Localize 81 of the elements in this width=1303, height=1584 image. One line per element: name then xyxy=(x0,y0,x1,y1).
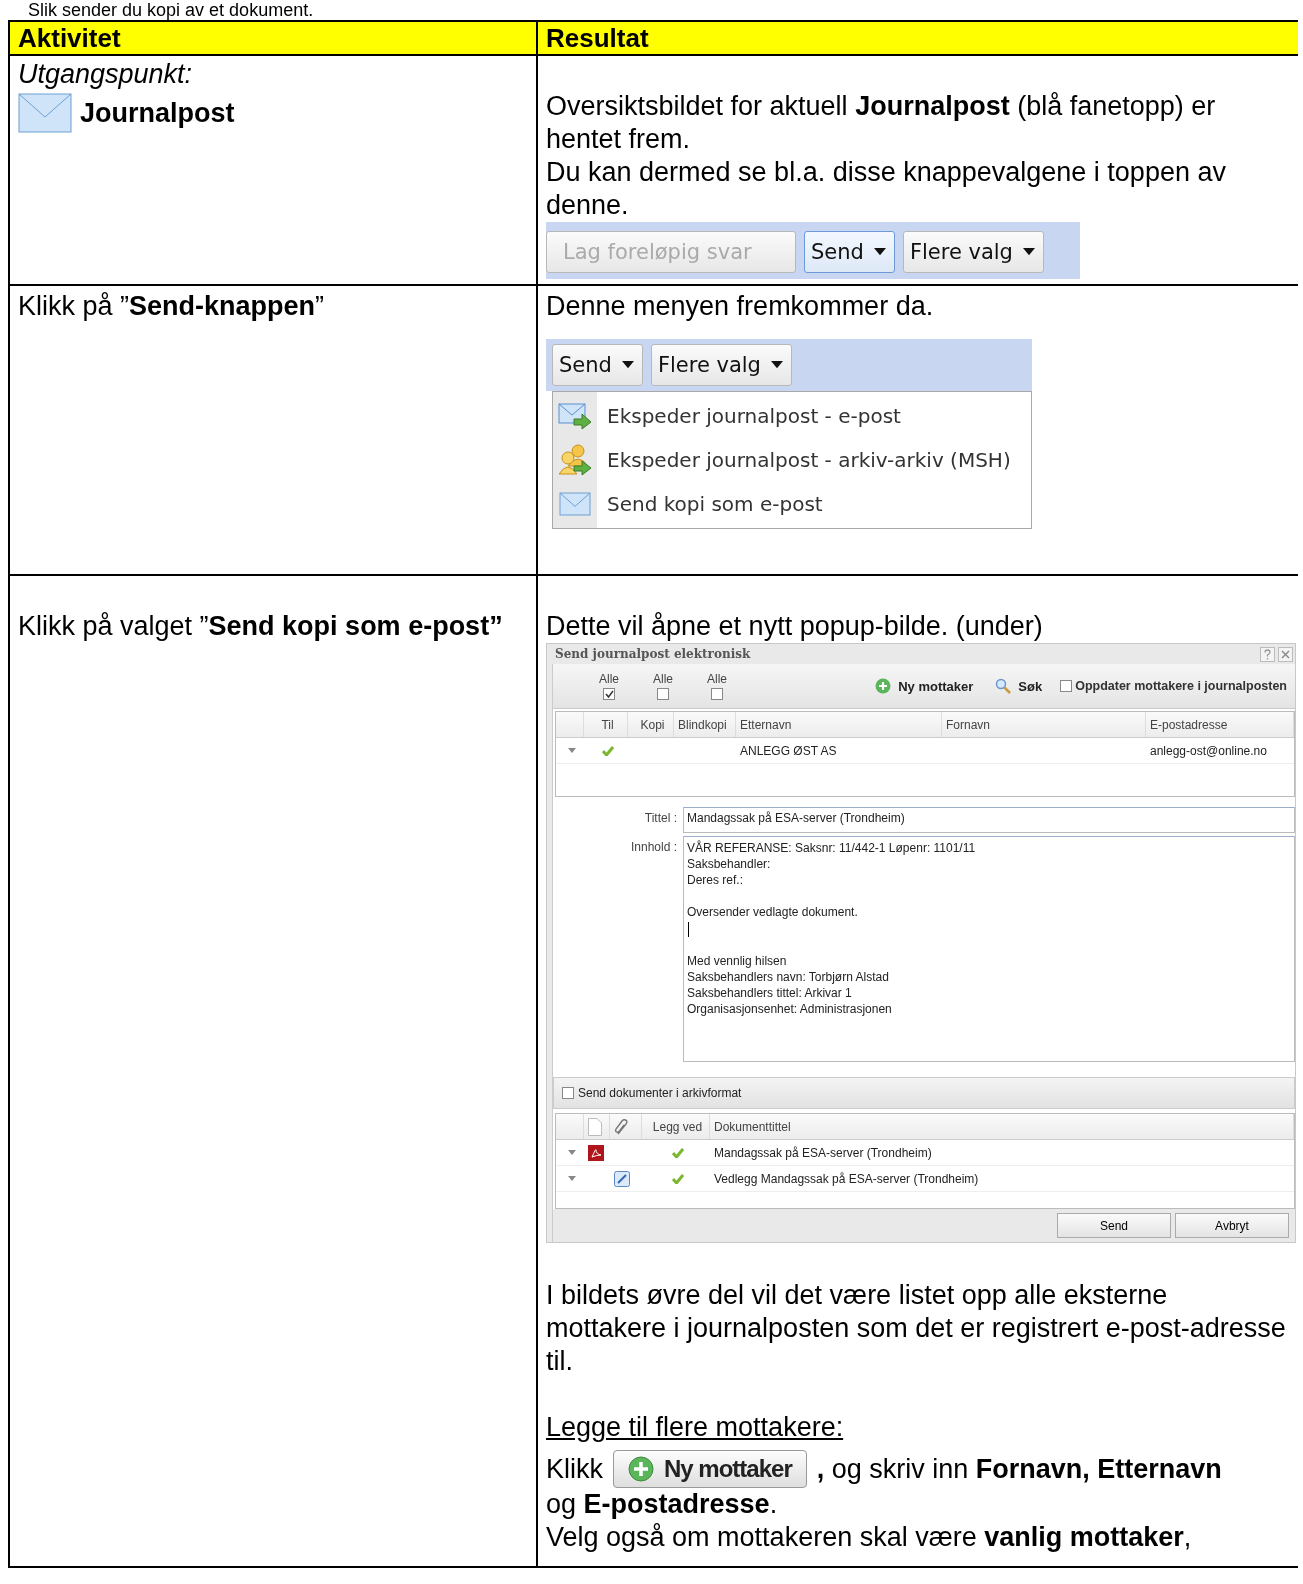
caret-icon xyxy=(770,361,783,369)
paragraph: Denne menyen fremkommer da. xyxy=(546,290,935,323)
field-label: Tittel : xyxy=(643,810,677,825)
expand-arrow-icon xyxy=(568,1176,576,1181)
text-paragraph: Oversender vedlagte dokument. xyxy=(687,904,859,920)
checkbox-label: Oppdater mottakere i journalposten xyxy=(1075,679,1287,693)
section-heading: Legge til flere mottakere: xyxy=(546,1411,845,1444)
select-all-label: Alle xyxy=(599,672,619,686)
checkmark-icon xyxy=(604,690,614,698)
step-label: Utgangspunkt: xyxy=(18,58,194,91)
toolbar-button[interactable]: Ny mottaker xyxy=(871,678,978,694)
instruction-text: og E-postadresse. xyxy=(546,1488,779,1521)
pdf-icon xyxy=(588,1144,604,1161)
checkbox[interactable] xyxy=(562,1087,574,1099)
text-paragraph: Med vennlig hilsen Saksbehandlers navn: Torbjørn Alstad Saksbehandlers tittel: Arkivar 1 Organisasjonsenhet: Administrasjonen xyxy=(687,953,893,1017)
caret-icon xyxy=(621,361,634,369)
checkbox-label: Send dokumenter i arkivformat xyxy=(578,1086,742,1100)
intro-text: Slik sender du kopi av et dokument. xyxy=(27,0,315,20)
paragraph: Du kan dermed se bl.a. disse knappevalgene i toppen av denne. xyxy=(546,156,1227,222)
people-arrow-icon xyxy=(558,444,592,476)
menu-item[interactable]: Send kopi som e-post xyxy=(553,482,1031,526)
close-icon xyxy=(1278,646,1293,662)
field-label: Innhold : xyxy=(629,839,677,854)
plus-icon xyxy=(875,678,892,694)
column-header: Blindkopi xyxy=(674,712,736,737)
envelope-icon xyxy=(18,93,72,133)
column-header: Fornavn xyxy=(942,712,1146,737)
column-header: Aktivitet xyxy=(9,21,537,55)
checkbox[interactable] xyxy=(711,688,723,700)
column-header: Resultat xyxy=(537,21,1298,55)
column-header: Legg ved xyxy=(642,1114,710,1139)
checkbox[interactable] xyxy=(657,688,669,700)
add-recipient-button[interactable]: Ny mottaker xyxy=(613,1450,807,1488)
menu-item[interactable]: Ekspeder journalpost - e-post xyxy=(553,394,1031,438)
column-header: E-postadresse xyxy=(1146,712,1294,737)
content-field[interactable] xyxy=(683,836,1295,1062)
toolbar-button[interactable]: Flere valg xyxy=(650,344,792,386)
column-header: Kopi xyxy=(628,712,674,737)
caret-icon xyxy=(873,248,886,256)
column-header: Etternavn xyxy=(736,712,942,737)
paragraph: Oversiktsbildet for aktuell Journalpost (blå fanetopp) er hentet frem. xyxy=(546,90,1217,156)
dialog-button[interactable]: Avbryt xyxy=(1175,1213,1289,1238)
item-label: Journalpost xyxy=(80,97,235,129)
paragraph: Velg også om mottakeren skal være vanlig mottaker, xyxy=(546,1521,1193,1554)
dialog-button[interactable]: Send xyxy=(1057,1213,1171,1238)
select-all-label: Alle xyxy=(653,672,673,686)
envelope-icon xyxy=(559,492,591,516)
toolbar-button[interactable]: Send xyxy=(552,344,643,386)
expand-arrow-icon xyxy=(568,1150,576,1155)
table-cell-text: Mandagssak på ESA-server (Trondheim) xyxy=(713,1144,933,1162)
caret-icon xyxy=(1022,248,1035,256)
table-cell-text: ANLEGG ØST AS xyxy=(739,742,838,760)
checkbox[interactable] xyxy=(603,688,615,700)
toolbar-button[interactable]: Flere valg xyxy=(902,231,1044,273)
paperclip-icon xyxy=(614,1118,628,1135)
column-header: Dokumenttittel xyxy=(710,1114,1294,1139)
edit-document-icon xyxy=(614,1170,630,1187)
menu-item[interactable]: Ekspeder journalpost - arkiv-arkiv (MSH) xyxy=(553,438,1031,482)
search-icon xyxy=(995,678,1012,694)
paragraph: I bildets øvre del vil det være listet opp alle eksterne mottakere i journalposten som det er registrert e-post-adresse til. xyxy=(546,1279,1287,1378)
dialog-title: Send journalpost elektronisk xyxy=(555,647,751,661)
title-field[interactable]: Mandagssak på ESA-server (Trondheim) xyxy=(683,807,1295,833)
help-icon xyxy=(1260,646,1275,662)
text-paragraph: VÅR REFERANSE: Saksnr: 11/442-1 Løpenr: 1101/11 Saksbehandler: Deres ref.: xyxy=(687,840,977,888)
document-icon xyxy=(588,1117,602,1136)
instruction-text: Klikk på ”Send-knappen” xyxy=(18,290,326,323)
toolbar-button[interactable]: Send xyxy=(804,231,895,273)
select-all-label: Alle xyxy=(707,672,727,686)
table-cell-text: anlegg-ost@online.no xyxy=(1149,742,1268,760)
toolbar-button[interactable]: Søk xyxy=(991,678,1047,694)
text-cursor xyxy=(688,922,689,937)
envelope-arrow-icon xyxy=(558,402,592,430)
table-cell-text: Vedlegg Mandagssak på ESA-server (Trondheim) xyxy=(713,1170,980,1188)
instruction-text: Klikk på valget ”Send kopi som e-post” xyxy=(18,610,504,643)
column-header: Til xyxy=(584,712,628,737)
instruction-text: Klikk xyxy=(546,1452,603,1486)
instruction-text: , og skriv inn Fornavn, Etternavn xyxy=(816,1452,1222,1486)
expand-arrow-icon xyxy=(568,748,576,753)
paragraph: Dette vil åpne et nytt popup-bilde. (under) xyxy=(546,610,1044,643)
checkbox[interactable] xyxy=(1060,680,1073,692)
plus-icon xyxy=(628,1456,654,1482)
